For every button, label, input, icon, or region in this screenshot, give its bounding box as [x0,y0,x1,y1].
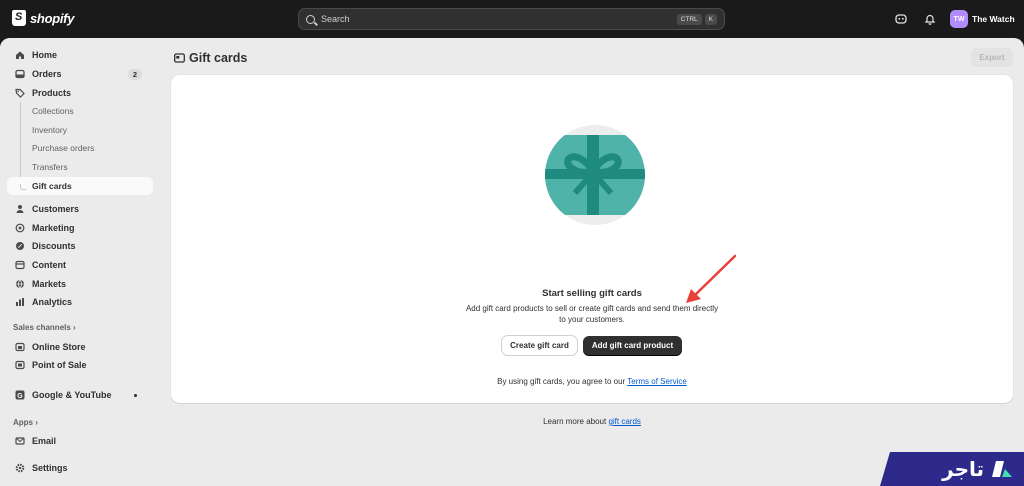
gear-icon [15,463,25,473]
sidebar-item-label: Home [32,50,58,60]
pos-icon [15,360,25,370]
svg-text:G: G [17,393,23,400]
sidebar-item-orders[interactable]: Orders 2 [7,65,153,83]
terms-of-service-link[interactable]: Terms of Service [627,377,687,386]
admin-frame: Home Orders 2 Products Collections Inven… [0,38,1024,486]
sidebar-item-label: Marketing [32,223,75,233]
status-dot [134,394,137,397]
google-icon: G [15,390,25,400]
email-icon [15,437,25,445]
sidebar-item-products[interactable]: Products [7,84,153,102]
sales-channels-heading[interactable]: Sales channels › [13,323,76,332]
search-placeholder: Search [321,14,350,24]
store-avatar[interactable]: TW [950,10,968,28]
gift-card-icon [174,53,185,63]
sidebar-item-label: Settings [32,463,68,473]
sidebar-item-markets[interactable]: Markets [7,275,153,293]
discount-icon [16,242,24,250]
tajer-logo-icon [992,461,1012,477]
export-button[interactable]: Export [971,48,1013,67]
chevron-right-icon: › [35,418,38,427]
gift-card-illustration [545,125,645,225]
create-gift-card-button[interactable]: Create gift card [502,336,577,355]
tajer-watermark: تاجر [880,452,1024,486]
watermark-text: تاجر [942,457,984,481]
sidekick-icon[interactable] [895,13,907,25]
gift-card-image [545,135,645,215]
top-bar: shopify Search CTRL K TW The Watch [0,0,1024,38]
sidebar-item-label: Discounts [32,241,76,251]
sidebar-item-settings[interactable]: Settings [7,459,153,477]
sidebar-item-discounts[interactable]: Discounts [7,237,153,255]
sidebar-item-marketing[interactable]: Marketing [7,219,153,237]
sidebar-item-inventory[interactable]: Inventory [7,121,153,139]
tag-icon [15,88,25,98]
person-icon [16,205,24,213]
shopify-bag-icon [12,10,26,26]
sidebar-item-content[interactable]: Content [7,256,153,274]
orders-count-badge: 2 [127,69,142,80]
sidebar-item-label: Orders [32,69,62,79]
home-icon [16,51,24,59]
empty-state-title: Start selling gift cards [542,288,642,299]
sidebar-item-point-of-sale[interactable]: Point of Sale [7,356,153,374]
sidebar-item-gift-cards[interactable]: Gift cards [7,177,153,195]
sidebar-item-collections[interactable]: Collections [7,102,153,120]
sidebar-item-online-store[interactable]: Online Store [7,338,153,356]
sidebar-item-label: Analytics [32,297,73,307]
sidebar-item-label: Email [32,436,57,446]
terms-prefix: By using gift cards, you agree to our [497,377,626,386]
bar-chart-icon [16,298,24,306]
learn-gift-cards-link[interactable]: gift cards [608,417,640,426]
page-header: Gift cards [174,51,247,65]
logo-text: shopify [30,10,75,26]
bell-icon[interactable] [924,13,936,25]
inbox-icon [15,69,25,79]
sidebar-item-label: Customers [32,204,80,214]
apps-heading[interactable]: Apps › [13,418,38,427]
shortcut-k: K [704,13,717,25]
page-title: Gift cards [189,51,248,65]
globe-icon [16,279,24,289]
sidebar-item-label: Markets [32,279,67,289]
sidebar-item-label: Products [32,88,72,98]
learn-more-footer: Learn more about gift cards [160,417,1024,426]
add-gift-card-product-button[interactable]: Add gift card product [583,336,682,355]
sidebar-item-label: Google & YouTube [32,390,112,400]
sidebar: Home Orders 2 Products Collections Inven… [0,38,160,486]
shopify-logo[interactable]: shopify [12,10,74,26]
tree-hook [20,184,26,190]
chevron-right-icon: › [73,323,76,332]
sidebar-item-analytics[interactable]: Analytics [7,293,153,311]
target-icon [15,223,25,233]
search-icon [306,14,315,24]
sidebar-item-label: Online Store [32,342,86,352]
empty-state-card: Start selling gift cards Add gift card p… [171,75,1013,403]
sidebar-item-google-youtube[interactable]: G Google & YouTube [7,386,153,404]
apps-label: Apps [13,418,33,427]
sidebar-item-label: Point of Sale [32,360,87,370]
sidebar-item-purchase-orders[interactable]: Purchase orders [7,139,153,157]
store-icon [15,342,25,352]
learn-prefix: Learn more about [543,417,607,426]
search-input[interactable]: Search CTRL K [298,8,725,30]
shortcut-ctrl: CTRL [676,13,702,25]
sidebar-item-transfers[interactable]: Transfers [7,158,153,176]
sidebar-item-customers[interactable]: Customers [7,200,153,218]
sales-channels-label: Sales channels [13,323,71,332]
content-icon [15,260,25,270]
empty-state-description: Add gift card products to sell or create… [465,304,719,324]
sidebar-item-home[interactable]: Home [7,46,153,64]
sidebar-item-label: Content [32,260,66,270]
store-name[interactable]: The Watch [972,14,1015,24]
terms-note: By using gift cards, you agree to our Te… [171,377,1013,386]
sidebar-item-email[interactable]: Email [7,432,153,450]
